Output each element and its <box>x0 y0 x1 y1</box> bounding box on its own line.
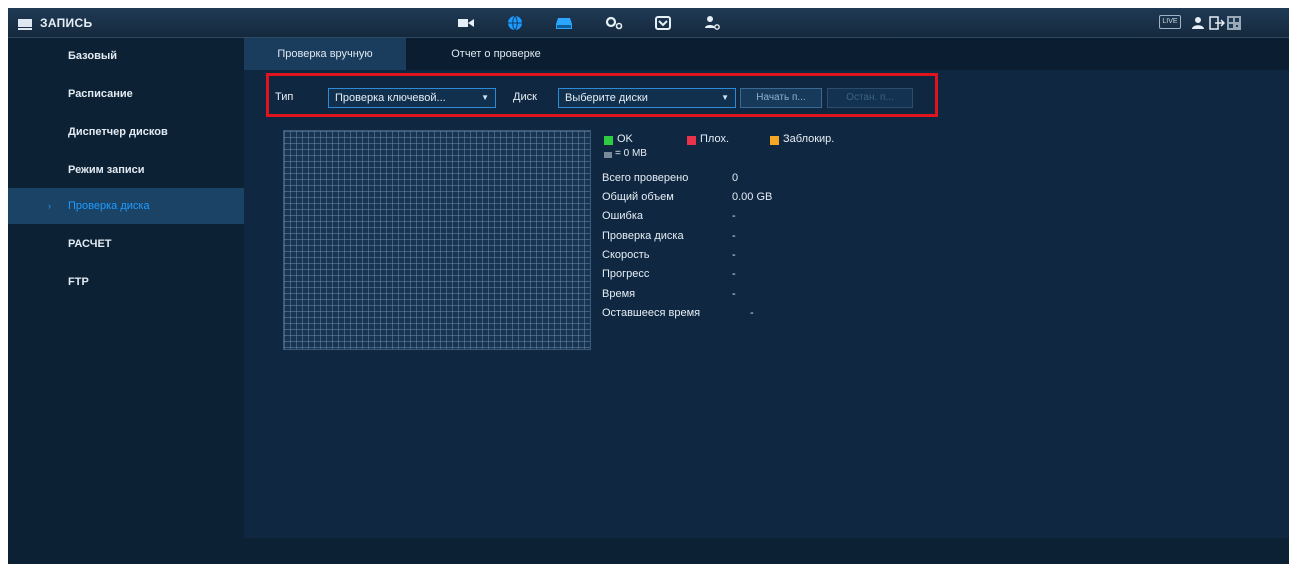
chevron-down-icon: ▼ <box>481 93 489 102</box>
system-icon[interactable] <box>604 14 624 32</box>
sidebar: Базовый Расписание Диспетчер дисков Режи… <box>8 38 244 564</box>
sidebar-item-record-mode[interactable]: Режим записи <box>8 152 244 188</box>
stop-check-button[interactable]: Остан. п... <box>827 88 913 108</box>
stat-speed-label: Скорость <box>602 249 650 261</box>
stat-progress-value: - <box>732 268 736 280</box>
stat-total-checked-label: Всего проверено <box>602 172 689 184</box>
legend-bad-swatch <box>687 136 696 145</box>
footer-bar <box>244 538 1289 564</box>
legend-unit-label: = 0 MB <box>615 148 647 159</box>
legend-unit-swatch <box>604 152 612 158</box>
sidebar-item-disk-manager[interactable]: Диспетчер дисков <box>8 114 244 150</box>
tab-check-report[interactable]: Отчет о проверке <box>406 38 586 70</box>
app-title: ЗАПИСЬ <box>40 16 93 30</box>
legend-bad-label: Плох. <box>700 133 729 145</box>
tab-bar: Проверка вручную Отчет о проверке <box>244 38 1289 70</box>
stat-time-value: - <box>732 288 736 300</box>
disk-dropdown[interactable]: Выберите диски ▼ <box>558 88 736 108</box>
tab-manual-check[interactable]: Проверка вручную <box>244 38 406 70</box>
sidebar-item-basic[interactable]: Базовый <box>8 38 244 74</box>
stat-speed-value: - <box>732 249 736 261</box>
chevron-right-icon: › <box>48 201 51 211</box>
qr-code-icon[interactable] <box>1224 14 1244 32</box>
stat-error-value: - <box>732 210 736 222</box>
account-icon[interactable] <box>702 14 722 32</box>
stat-time-label: Время <box>602 288 636 300</box>
camera-icon[interactable] <box>456 14 476 32</box>
sidebar-item-calculation[interactable]: РАСЧЕТ <box>8 226 244 262</box>
live-button[interactable]: LIVE <box>1159 15 1181 29</box>
network-icon[interactable] <box>505 14 525 32</box>
security-icon[interactable] <box>653 14 673 32</box>
stat-remaining-time-value: - <box>750 307 754 319</box>
stat-total-size-label: Общий объем <box>602 191 674 203</box>
type-label: Тип <box>275 91 294 103</box>
legend-ok-swatch <box>604 136 613 145</box>
stat-disk-check-value: - <box>732 230 736 242</box>
stat-total-checked-value: 0 <box>732 172 739 184</box>
disk-label: Диск <box>513 91 537 103</box>
legend-ok-label: OK <box>617 133 633 145</box>
start-check-button[interactable]: Начать п... <box>740 88 822 108</box>
stat-progress-label: Прогресс <box>602 268 650 280</box>
legend-blocked-label: Заблокир. <box>783 133 835 145</box>
user-icon[interactable] <box>1188 14 1208 32</box>
record-icon <box>18 17 32 30</box>
stat-remaining-time-label: Оставшееся время <box>602 307 701 319</box>
disk-sector-grid <box>283 130 591 350</box>
sidebar-item-ftp[interactable]: FTP <box>8 264 244 300</box>
top-bar: ЗАПИСЬ LIVE <box>8 8 1289 38</box>
main-panel: Проверка вручную Отчет о проверке Тип Пр… <box>244 38 1289 564</box>
storage-icon[interactable] <box>554 14 574 32</box>
stat-error-label: Ошибка <box>602 210 643 222</box>
chevron-down-icon: ▼ <box>721 93 729 102</box>
legend-blocked-swatch <box>770 136 779 145</box>
sidebar-item-disk-check[interactable]: › Проверка диска <box>8 188 244 224</box>
type-dropdown[interactable]: Проверка ключевой... ▼ <box>328 88 496 108</box>
stat-total-size-value: 0.00 GB <box>732 191 773 203</box>
sidebar-item-schedule[interactable]: Расписание <box>8 76 244 112</box>
stat-disk-check-label: Проверка диска <box>602 230 684 242</box>
